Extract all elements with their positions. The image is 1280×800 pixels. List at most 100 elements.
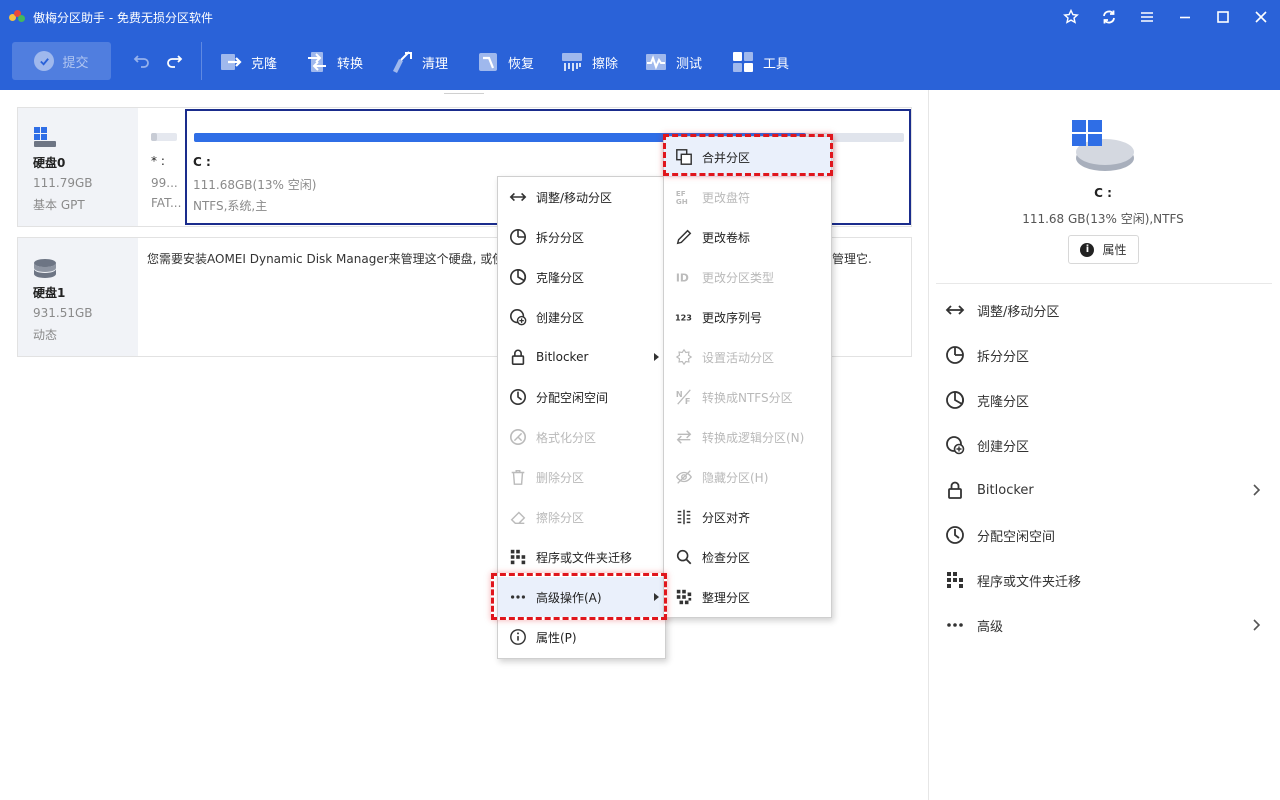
commit-button[interactable]: 提交	[12, 42, 111, 80]
redo-icon[interactable]	[165, 52, 183, 70]
submenu-item-change-label[interactable]: 更改卷标	[664, 217, 831, 257]
recover-icon	[476, 50, 500, 74]
properties-button[interactable]: i 属性	[1068, 235, 1139, 264]
create-partition-icon	[945, 435, 965, 455]
partition-star-fs: FAT...	[151, 196, 181, 210]
magnifier-icon	[675, 548, 693, 566]
test-icon	[644, 50, 668, 74]
disk-0-size: 111.79GB	[33, 176, 93, 190]
svg-text:N: N	[676, 389, 683, 399]
split-pie-icon	[945, 345, 965, 365]
submenu-item-convert-ntfs: NF 转换成NTFS分区	[664, 377, 831, 417]
panel-divider	[928, 90, 929, 800]
panel-clone-partition[interactable]: 克隆分区	[936, 380, 1272, 420]
undo-icon[interactable]	[133, 52, 151, 70]
submenu-item-change-partition-type: ID 更改分区类型	[664, 257, 831, 297]
lock-icon	[945, 480, 965, 500]
defrag-icon	[675, 588, 693, 606]
clean-icon	[390, 50, 414, 74]
more-dots-icon	[509, 588, 527, 606]
disk-1-type: 动态	[33, 326, 57, 343]
menu-item-resize-move[interactable]: 调整/移动分区	[498, 177, 665, 217]
app-grid-icon	[509, 548, 527, 566]
disk-0-type: 基本 GPT	[33, 196, 85, 213]
dynamic-disk-icon	[33, 258, 57, 280]
wipe-button[interactable]: 擦除	[560, 34, 618, 90]
tools-icon	[731, 50, 755, 74]
submenu-item-check-partition[interactable]: 检查分区	[664, 537, 831, 577]
disk-1-message: 您需要安装AOMEI Dynamic Disk Manager来管理这个硬盘, …	[147, 250, 504, 267]
submenu-item-partition-alignment[interactable]: 分区对齐	[664, 497, 831, 537]
app-title: 傲梅分区助手 - 免费无损分区软件	[33, 9, 213, 26]
resize-arrows-icon	[509, 188, 527, 206]
more-dots-icon	[945, 615, 965, 635]
partition-star-label: * :	[151, 154, 165, 168]
id-icon: ID	[675, 268, 693, 286]
menu-icon[interactable]	[1128, 0, 1166, 34]
clock-pie-icon	[945, 525, 965, 545]
clock-pie-icon	[509, 388, 527, 406]
panel-create-partition[interactable]: 创建分区	[936, 425, 1272, 465]
clean-button[interactable]: 清理	[390, 34, 448, 90]
panel-allocate-free-space[interactable]: 分配空闲空间	[936, 515, 1272, 555]
test-button[interactable]: 测试	[644, 34, 702, 90]
serial-number-icon: 123	[675, 308, 693, 326]
clone-icon	[219, 50, 243, 74]
submenu-arrow-icon	[654, 593, 659, 601]
eraser-icon	[509, 508, 527, 526]
panel-resize-move[interactable]: 调整/移动分区	[936, 290, 1272, 330]
menu-item-allocate-free-space[interactable]: 分配空闲空间	[498, 377, 665, 417]
panel-separator	[936, 283, 1272, 284]
scroll-handle[interactable]	[444, 90, 484, 94]
recover-button[interactable]: 恢复	[476, 34, 534, 90]
menu-item-bitlocker[interactable]: Bitlocker	[498, 337, 665, 377]
menu-item-clone-partition[interactable]: 克隆分区	[498, 257, 665, 297]
partition-large-icon	[1068, 118, 1134, 176]
info-icon: i	[1080, 243, 1094, 257]
disk-1-info[interactable]: 硬盘1 931.51GB 动态	[18, 238, 138, 356]
create-partition-icon	[509, 308, 527, 326]
panel-bitlocker[interactable]: Bitlocker	[936, 470, 1272, 510]
refresh-icon[interactable]	[1090, 0, 1128, 34]
align-icon	[675, 508, 693, 526]
submenu-item-change-serial[interactable]: 123 更改序列号	[664, 297, 831, 337]
disk-icon	[33, 126, 57, 148]
selected-partition-name: C :	[1028, 186, 1178, 200]
menu-item-app-migration[interactable]: 程序或文件夹迁移	[498, 537, 665, 577]
title-bar: 傲梅分区助手 - 免费无损分区软件	[0, 0, 1280, 34]
svg-text:GH: GH	[676, 197, 688, 206]
tools-button[interactable]: 工具	[731, 34, 789, 90]
disk-1-message-end: 管理它.	[832, 250, 872, 267]
minimize-icon[interactable]	[1166, 0, 1204, 34]
clone-partition-icon	[945, 390, 965, 410]
close-icon[interactable]	[1242, 0, 1280, 34]
disk-0-info[interactable]: 硬盘0 111.79GB 基本 GPT	[18, 108, 138, 226]
panel-app-migration[interactable]: 程序或文件夹迁移	[936, 560, 1272, 600]
clone-partition-icon	[509, 268, 527, 286]
submenu-item-convert-logical: 转换成逻辑分区(N)	[664, 417, 831, 457]
submenu-item-change-drive-letter: EFGH 更改盘符	[664, 177, 831, 217]
clone-button[interactable]: 克隆	[219, 34, 277, 90]
disk-1-size: 931.51GB	[33, 306, 93, 320]
partition-star[interactable]: * : 99... FAT...	[144, 108, 184, 226]
menu-item-format-partition: 格式化分区	[498, 417, 665, 457]
disk-1-name: 硬盘1	[33, 284, 65, 301]
toolbar: 提交 克隆 转换 清理 恢复 擦除 测试 工具	[0, 34, 1280, 90]
toolbar-separator	[201, 42, 202, 80]
menu-item-split-partition[interactable]: 拆分分区	[498, 217, 665, 257]
maximize-icon[interactable]	[1204, 0, 1242, 34]
menu-item-create-partition[interactable]: 创建分区	[498, 297, 665, 337]
selected-partition-size: 111.68 GB(13% 空闲),NTFS	[1000, 210, 1206, 227]
menu-item-properties[interactable]: 属性(P)	[498, 617, 665, 657]
menu-item-advanced[interactable]: 高级操作(A)	[498, 577, 665, 617]
submenu-item-merge-partitions[interactable]: 合并分区	[664, 137, 831, 177]
submenu-item-defrag-partition[interactable]: 整理分区	[664, 577, 831, 617]
check-icon	[34, 51, 54, 71]
svg-text:ID: ID	[676, 272, 689, 285]
convert-button[interactable]: 转换	[305, 34, 363, 90]
star-icon[interactable]	[1052, 0, 1090, 34]
panel-advanced[interactable]: 高级	[936, 605, 1272, 645]
submenu-arrow-icon	[654, 353, 659, 361]
trash-icon	[509, 468, 527, 486]
panel-split-partition[interactable]: 拆分分区	[936, 335, 1272, 375]
